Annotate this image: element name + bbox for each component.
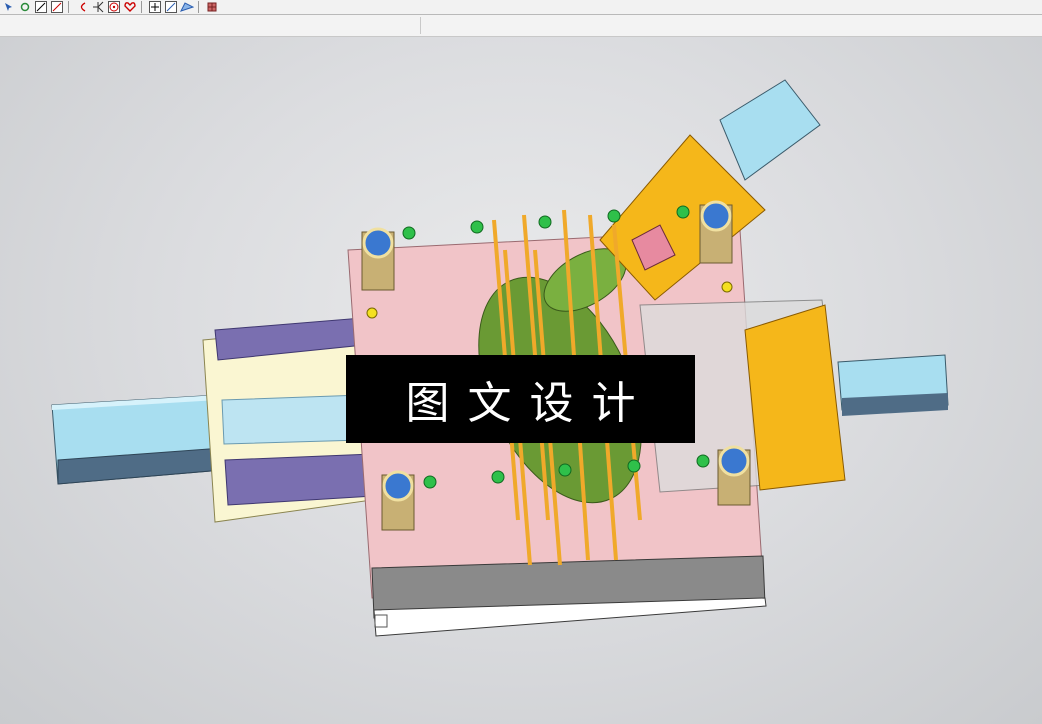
line-icon[interactable] <box>34 1 48 13</box>
view-icon[interactable] <box>180 1 194 13</box>
pen-icon[interactable] <box>50 1 64 13</box>
graphics-viewport[interactable]: 图文设计 <box>0 37 1042 724</box>
toolbar <box>0 0 1042 15</box>
watermark-text: 图文设计 <box>405 378 654 429</box>
arc-icon[interactable] <box>75 1 89 13</box>
edit-icon[interactable] <box>164 1 178 13</box>
select-icon[interactable] <box>2 1 16 13</box>
toolbar-separator <box>141 1 142 13</box>
left-hydraulic-cylinder <box>51 394 223 485</box>
rotate-icon[interactable] <box>18 1 32 13</box>
status-field <box>420 17 1041 34</box>
toolbar-separator <box>198 1 199 13</box>
plus-icon[interactable] <box>148 1 162 13</box>
grid-icon[interactable] <box>205 1 219 13</box>
status-bar <box>0 15 1042 37</box>
watermark-banner: 图文设计 <box>346 355 695 443</box>
toolbar-separator <box>68 1 69 13</box>
circle-target-icon[interactable] <box>107 1 121 13</box>
heart-shape-icon[interactable] <box>123 1 137 13</box>
point-icon[interactable] <box>91 1 105 13</box>
